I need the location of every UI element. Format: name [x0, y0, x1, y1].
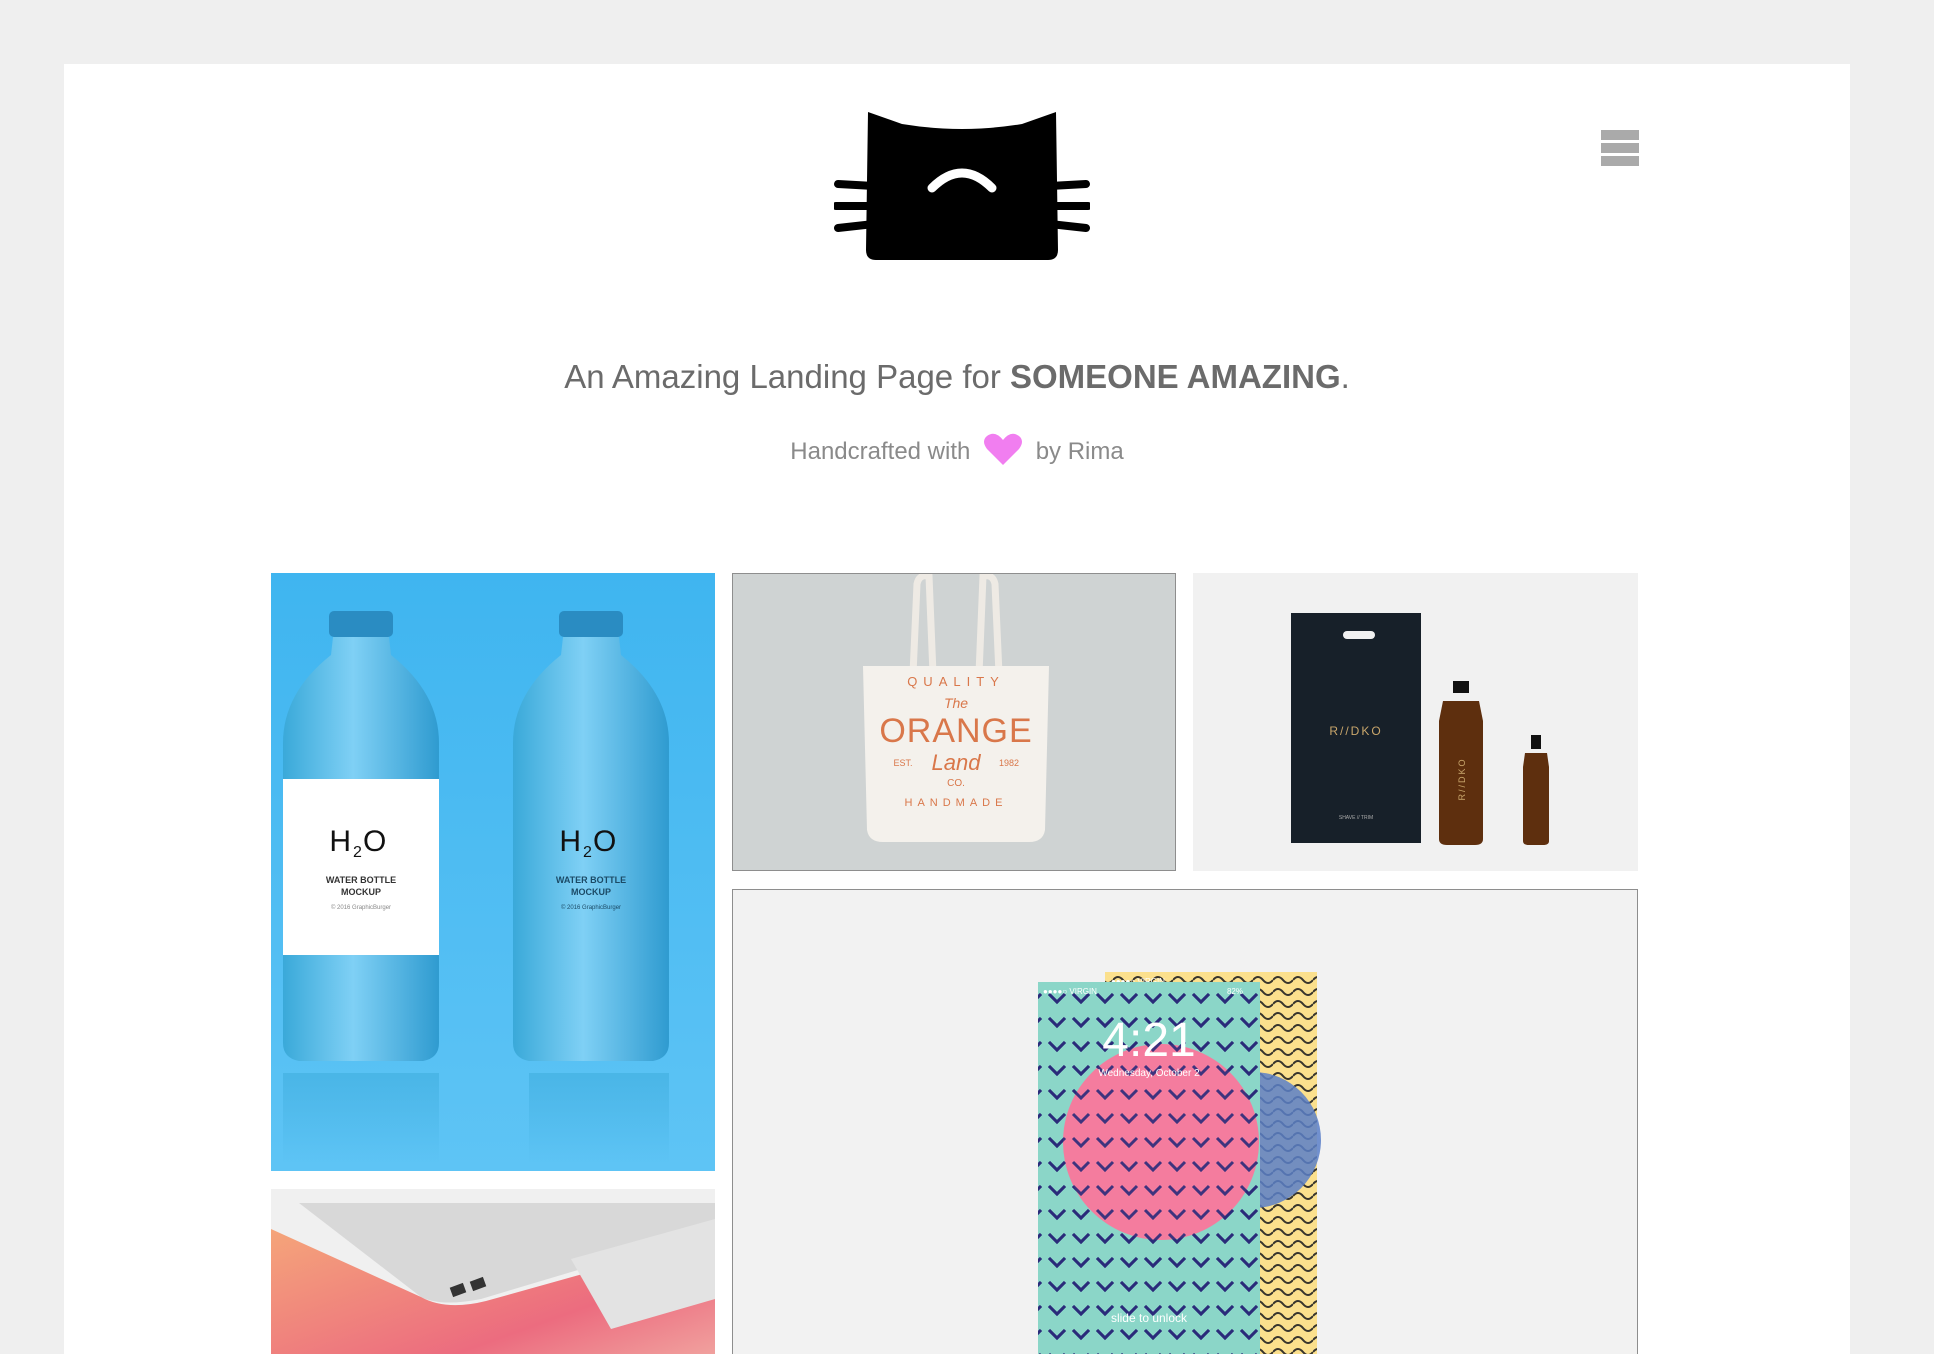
svg-text:WATER BOTTLE: WATER BOTTLE: [556, 875, 626, 885]
h2o-sub-left: 2: [353, 844, 362, 861]
svg-text:2: 2: [353, 844, 362, 861]
headline-emphasis: SOMEONE AMAZING: [1010, 358, 1341, 395]
byline-prefix: Handcrafted with: [790, 437, 971, 465]
ridko-box-tagline: SHAVE // TRIM: [1339, 815, 1373, 821]
page-headline: An Amazing Landing Page for SOMEONE AMAZ…: [64, 358, 1850, 396]
svg-text:MOCKUP: MOCKUP: [341, 887, 381, 897]
tote-est: EST.: [893, 758, 912, 768]
h2o-h-left: H: [329, 825, 351, 858]
tote-year: 1982: [999, 758, 1019, 768]
svg-text:R//DKO: R//DKO: [1457, 757, 1467, 800]
svg-text:O: O: [363, 825, 386, 858]
svg-text:Land: Land: [932, 750, 982, 775]
h2o-sub-right: 2: [583, 844, 592, 861]
tote-land: Land: [932, 750, 982, 775]
tote-top-arc: QUALITY: [907, 674, 1005, 689]
svg-text:H: H: [329, 825, 351, 858]
menu-bar-2: [1601, 143, 1639, 153]
h2o-o-left: O: [363, 825, 386, 858]
svg-text:HANDMADE: HANDMADE: [905, 797, 1008, 809]
svg-text:© 2016 GraphicBurger: © 2016 GraphicBurger: [331, 904, 391, 911]
tote-the: The: [944, 695, 968, 711]
h2o-h-right: H: [559, 825, 581, 858]
lock-date: Wednesday, October 2: [1098, 1068, 1200, 1079]
svg-text:2: 2: [583, 844, 592, 861]
label-line2-left: MOCKUP: [341, 887, 381, 897]
label-line2-right: MOCKUP: [571, 887, 611, 897]
phone-front-screen: ●●●●○ VIRGIN 82% 4:21 Wednesday, October…: [1038, 982, 1260, 1354]
svg-text:EST.: EST.: [893, 758, 912, 768]
svg-text:© 2016 GraphicBurger: © 2016 GraphicBurger: [561, 904, 621, 911]
tote-co: CO.: [947, 778, 965, 789]
ridko-bottle-brand: R//DKO: [1457, 757, 1467, 800]
svg-text:O: O: [593, 825, 616, 858]
landing-page: An Amazing Landing Page for SOMEONE AMAZ…: [64, 64, 1850, 1354]
byline: Handcrafted with by Rima: [64, 432, 1850, 473]
cat-face-icon[interactable]: [832, 112, 1092, 262]
svg-text:82%: 82%: [1227, 987, 1243, 996]
headline-suffix: .: [1340, 358, 1350, 395]
svg-text:R//DKO: R//DKO: [1329, 724, 1382, 738]
svg-text:CO.: CO.: [947, 778, 965, 789]
svg-text:WATER BOTTLE: WATER BOTTLE: [326, 875, 396, 885]
label-line1-left: WATER BOTTLE: [326, 875, 396, 885]
label-fine-left: © 2016 GraphicBurger: [331, 904, 391, 911]
svg-text:SHAVE // TRIM: SHAVE // TRIM: [1339, 815, 1373, 821]
menu-bar-3: [1601, 156, 1639, 166]
svg-text:H: H: [559, 825, 581, 858]
svg-text:Wednesday, October 2: Wednesday, October 2: [1098, 1068, 1200, 1079]
hamburger-menu-icon[interactable]: [1601, 130, 1639, 174]
svg-text:1982: 1982: [999, 758, 1019, 768]
svg-text:●●●●○ VIRGIN: ●●●●○ VIRGIN: [1043, 987, 1097, 996]
portfolio-item-laptop[interactable]: [271, 1189, 715, 1354]
portfolio-item-ridko[interactable]: R//DKO SHAVE // TRIM R//DKO: [1193, 573, 1638, 871]
svg-text:slide to unlock: slide to unlock: [1111, 1311, 1188, 1325]
heart-icon: [983, 432, 1023, 473]
tote-bottom-arc: HANDMADE: [905, 797, 1008, 809]
lock-time: 4:21: [1102, 1014, 1195, 1067]
headline-prefix: An Amazing Landing Page for: [564, 358, 1001, 395]
portfolio-item-water-bottle[interactable]: H 2 O WATER BOTTLE MOCKUP © 2016 Graphic…: [271, 573, 715, 1171]
svg-text:MOCKUP: MOCKUP: [571, 887, 611, 897]
label-fine-right: © 2016 GraphicBurger: [561, 904, 621, 911]
svg-text:The: The: [944, 695, 968, 711]
label-line1-right: WATER BOTTLE: [556, 875, 626, 885]
svg-text:4:21: 4:21: [1102, 1014, 1195, 1067]
portfolio-item-phone-wallpaper[interactable]: ●●●●○ VIRGIN ●●●●○ VIRGIN 82% 4:21 Wedne…: [732, 889, 1638, 1354]
front-carrier: ●●●●○ VIRGIN: [1043, 987, 1097, 996]
front-battery: 82%: [1227, 987, 1243, 996]
svg-text:QUALITY: QUALITY: [907, 674, 1005, 689]
ridko-box-brand: R//DKO: [1329, 724, 1382, 738]
tote-brand: ORANGE: [879, 712, 1032, 750]
h2o-o-right: O: [593, 825, 616, 858]
svg-text:ORANGE: ORANGE: [879, 712, 1032, 750]
menu-bar-1: [1601, 130, 1639, 140]
byline-suffix: by Rima: [1035, 437, 1124, 465]
portfolio-item-tote-bag[interactable]: QUALITY The ORANGE EST. Land 1982 CO. HA…: [732, 573, 1176, 871]
slide-to-unlock: slide to unlock: [1111, 1311, 1188, 1325]
